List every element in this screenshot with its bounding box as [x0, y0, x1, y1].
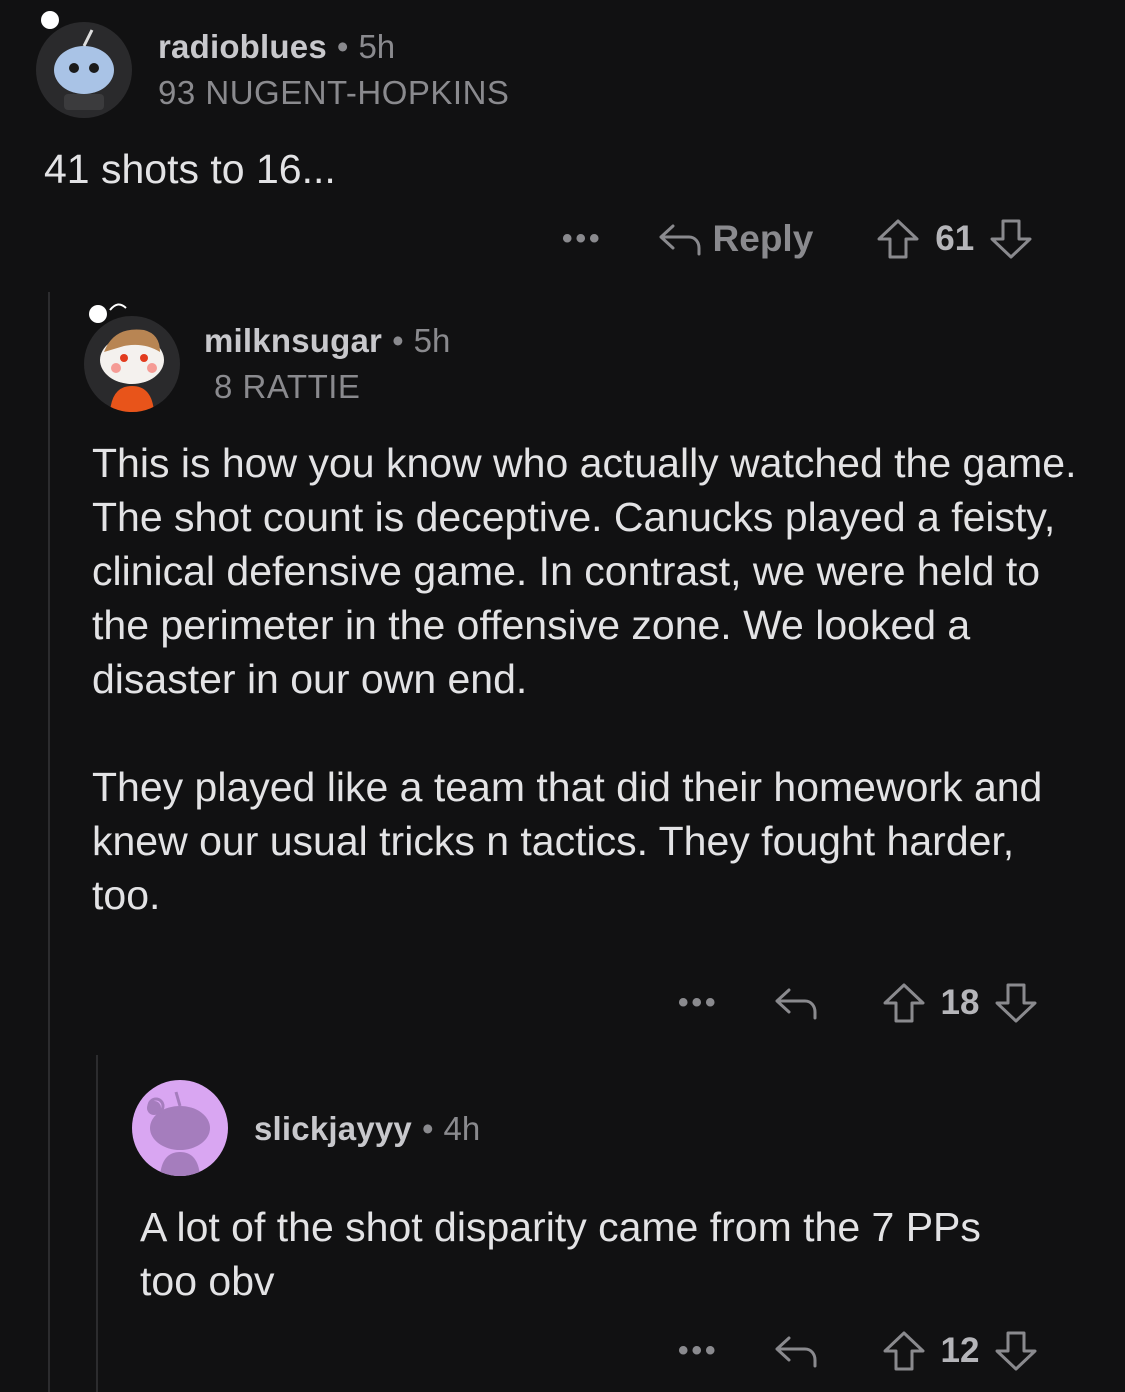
comment-body: A lot of the shot disparity came from th…	[140, 1204, 993, 1304]
downvote-arrow-icon[interactable]	[993, 981, 1039, 1025]
reply-button[interactable]: Reply	[657, 218, 814, 260]
reply-arrow-icon	[775, 988, 817, 1020]
comment-actions: ••• Reply 61	[562, 212, 1034, 266]
separator-dot: •	[421, 1110, 434, 1147]
upvote-arrow-icon[interactable]	[875, 217, 921, 261]
more-options-icon[interactable]: •••	[678, 1334, 719, 1368]
comment-header: milknsugar • 5h 8 RATTIE	[204, 322, 450, 406]
vote-score: 61	[935, 219, 975, 258]
antenna-ball-icon	[89, 303, 127, 323]
reply-arrow-icon	[775, 1336, 817, 1368]
separator-dot: •	[392, 322, 404, 359]
comment-body: This is how you know who actually watche…	[92, 440, 1077, 918]
upvote-arrow-icon[interactable]	[881, 1329, 927, 1373]
avatar[interactable]	[36, 22, 132, 118]
thread-line-level-2[interactable]	[96, 1055, 98, 1392]
reply-label: Reply	[712, 218, 814, 259]
username[interactable]: milknsugar	[204, 322, 382, 359]
avatar[interactable]	[84, 316, 180, 412]
avatar[interactable]	[132, 1080, 228, 1176]
downvote-arrow-icon[interactable]	[988, 217, 1034, 261]
antenna-ball-icon	[41, 11, 59, 29]
comment-header: radioblues • 5h 93 NUGENT-HOPKINS	[158, 28, 509, 112]
comment-body: 41 shots to 16...	[44, 146, 336, 192]
timestamp: 5h	[413, 322, 451, 359]
downvote-arrow-icon[interactable]	[993, 1329, 1039, 1373]
comment-actions: ••• 18	[678, 976, 1039, 1030]
timestamp: 4h	[443, 1110, 481, 1147]
username[interactable]: slickjayyy	[254, 1110, 412, 1147]
user-flair: 93 NUGENT-HOPKINS	[158, 74, 510, 111]
comment-header: slickjayyy • 4h	[254, 1110, 480, 1148]
reply-arrow-icon	[659, 224, 701, 256]
reply-button[interactable]	[773, 1332, 819, 1370]
user-flair: 8 RATTIE	[214, 368, 361, 405]
vote-score: 12	[940, 1331, 980, 1370]
separator-dot: •	[336, 28, 349, 65]
snoo-avatar-icon	[54, 29, 114, 110]
more-options-icon[interactable]: •••	[678, 986, 719, 1020]
upvote-arrow-icon[interactable]	[881, 981, 927, 1025]
username[interactable]: radioblues	[158, 28, 327, 65]
snoo-avatar-icon	[147, 1091, 210, 1176]
snoo-avatar-icon	[100, 329, 164, 412]
vote-score: 18	[940, 983, 980, 1022]
reply-button[interactable]	[773, 984, 819, 1022]
more-options-icon[interactable]: •••	[562, 222, 603, 256]
thread-line-level-1[interactable]	[48, 292, 50, 1392]
timestamp: 5h	[358, 28, 396, 65]
comment-actions: ••• 12	[678, 1324, 1039, 1378]
